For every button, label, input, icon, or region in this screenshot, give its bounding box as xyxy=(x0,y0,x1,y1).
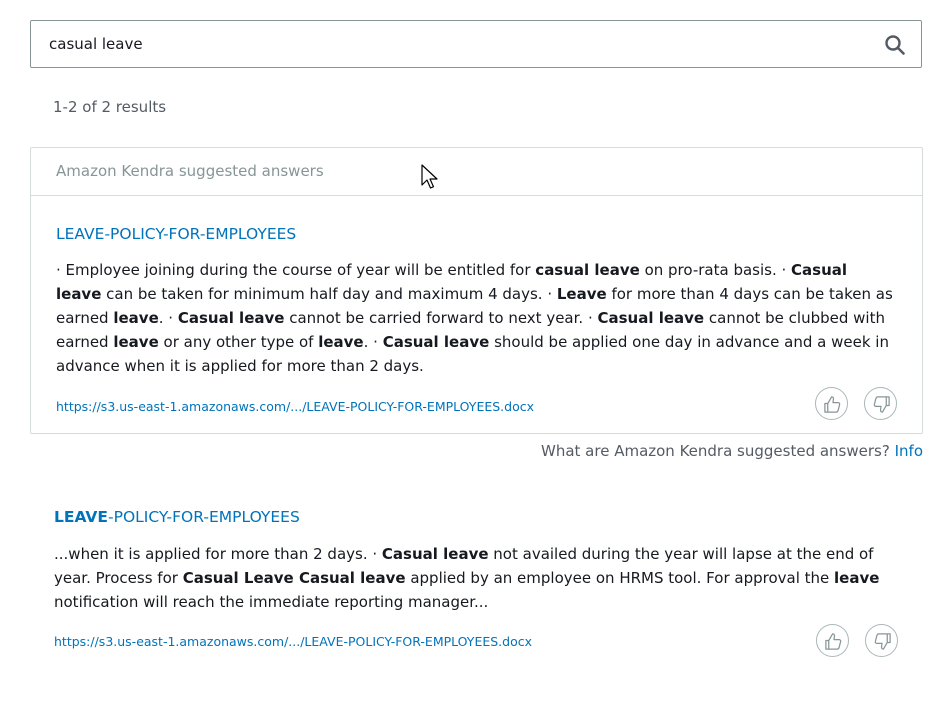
thumbs-up-button[interactable] xyxy=(815,387,848,420)
highlighted-term: Leave xyxy=(556,285,607,303)
excerpt-text: can be taken for minimum half day and ma… xyxy=(101,285,557,303)
excerpt-text: ...when it is applied for more than 2 da… xyxy=(54,545,382,563)
result-thumbs-down-button[interactable] xyxy=(865,624,898,657)
results-count: 1-2 of 2 results xyxy=(53,98,167,116)
excerpt-text: or any other type of xyxy=(158,333,319,351)
thumbs-down-button[interactable] xyxy=(864,387,897,420)
excerpt-text: cannot be carried forward to next year. … xyxy=(284,309,598,327)
highlighted-term: Casual leave xyxy=(382,333,490,351)
search-icon[interactable] xyxy=(883,33,907,57)
info-question-text: What are Amazon Kendra suggested answers… xyxy=(540,442,890,460)
suggested-answer-url-link[interactable]: https://s3.us-east-1.amazonaws.com/.../L… xyxy=(56,399,534,414)
excerpt-text: applied by an employee on HRMS tool. For… xyxy=(405,569,835,587)
result-thumbs-up-button[interactable] xyxy=(816,624,849,657)
excerpt-text: . · xyxy=(363,333,383,351)
excerpt-text: · Employee joining during the course of … xyxy=(56,261,536,279)
highlighted-term: casual leave xyxy=(535,261,640,279)
result-excerpt: ...when it is applied for more than 2 da… xyxy=(54,542,894,614)
suggested-answers-header: Amazon Kendra suggested answers xyxy=(31,148,922,196)
highlighted-term: leave xyxy=(113,333,159,351)
search-box xyxy=(30,20,922,68)
excerpt-text: notification will reach the immediate re… xyxy=(54,593,489,611)
suggested-answer-excerpt: · Employee joining during the course of … xyxy=(56,258,896,378)
suggested-answers-info: What are Amazon Kendra suggested answers… xyxy=(541,442,923,460)
result-title-highlight: LEAVE xyxy=(54,508,108,526)
excerpt-text: on pro-rata basis. · xyxy=(639,261,792,279)
result-url-link[interactable]: https://s3.us-east-1.amazonaws.com/.../L… xyxy=(54,634,532,649)
result-title-link[interactable]: LEAVE-POLICY-FOR-EMPLOYEES xyxy=(54,508,300,526)
mouse-pointer-icon xyxy=(421,164,441,196)
suggested-answer-title-link[interactable]: LEAVE-POLICY-FOR-EMPLOYEES xyxy=(56,225,296,243)
highlighted-term: Casual leave xyxy=(381,545,489,563)
excerpt-text: . · xyxy=(158,309,178,327)
result-title-rest: -POLICY-FOR-EMPLOYEES xyxy=(108,508,300,526)
highlighted-term: Casual leave xyxy=(177,309,285,327)
highlighted-term: Casual Leave Casual leave xyxy=(182,569,406,587)
search-input[interactable] xyxy=(49,21,869,67)
highlighted-term: leave xyxy=(834,569,880,587)
suggested-answers-card: Amazon Kendra suggested answers LEAVE-PO… xyxy=(30,147,923,434)
highlighted-term: Casual leave xyxy=(597,309,705,327)
info-link[interactable]: Info xyxy=(895,442,923,460)
highlighted-term: leave xyxy=(113,309,159,327)
highlighted-term: leave xyxy=(318,333,364,351)
